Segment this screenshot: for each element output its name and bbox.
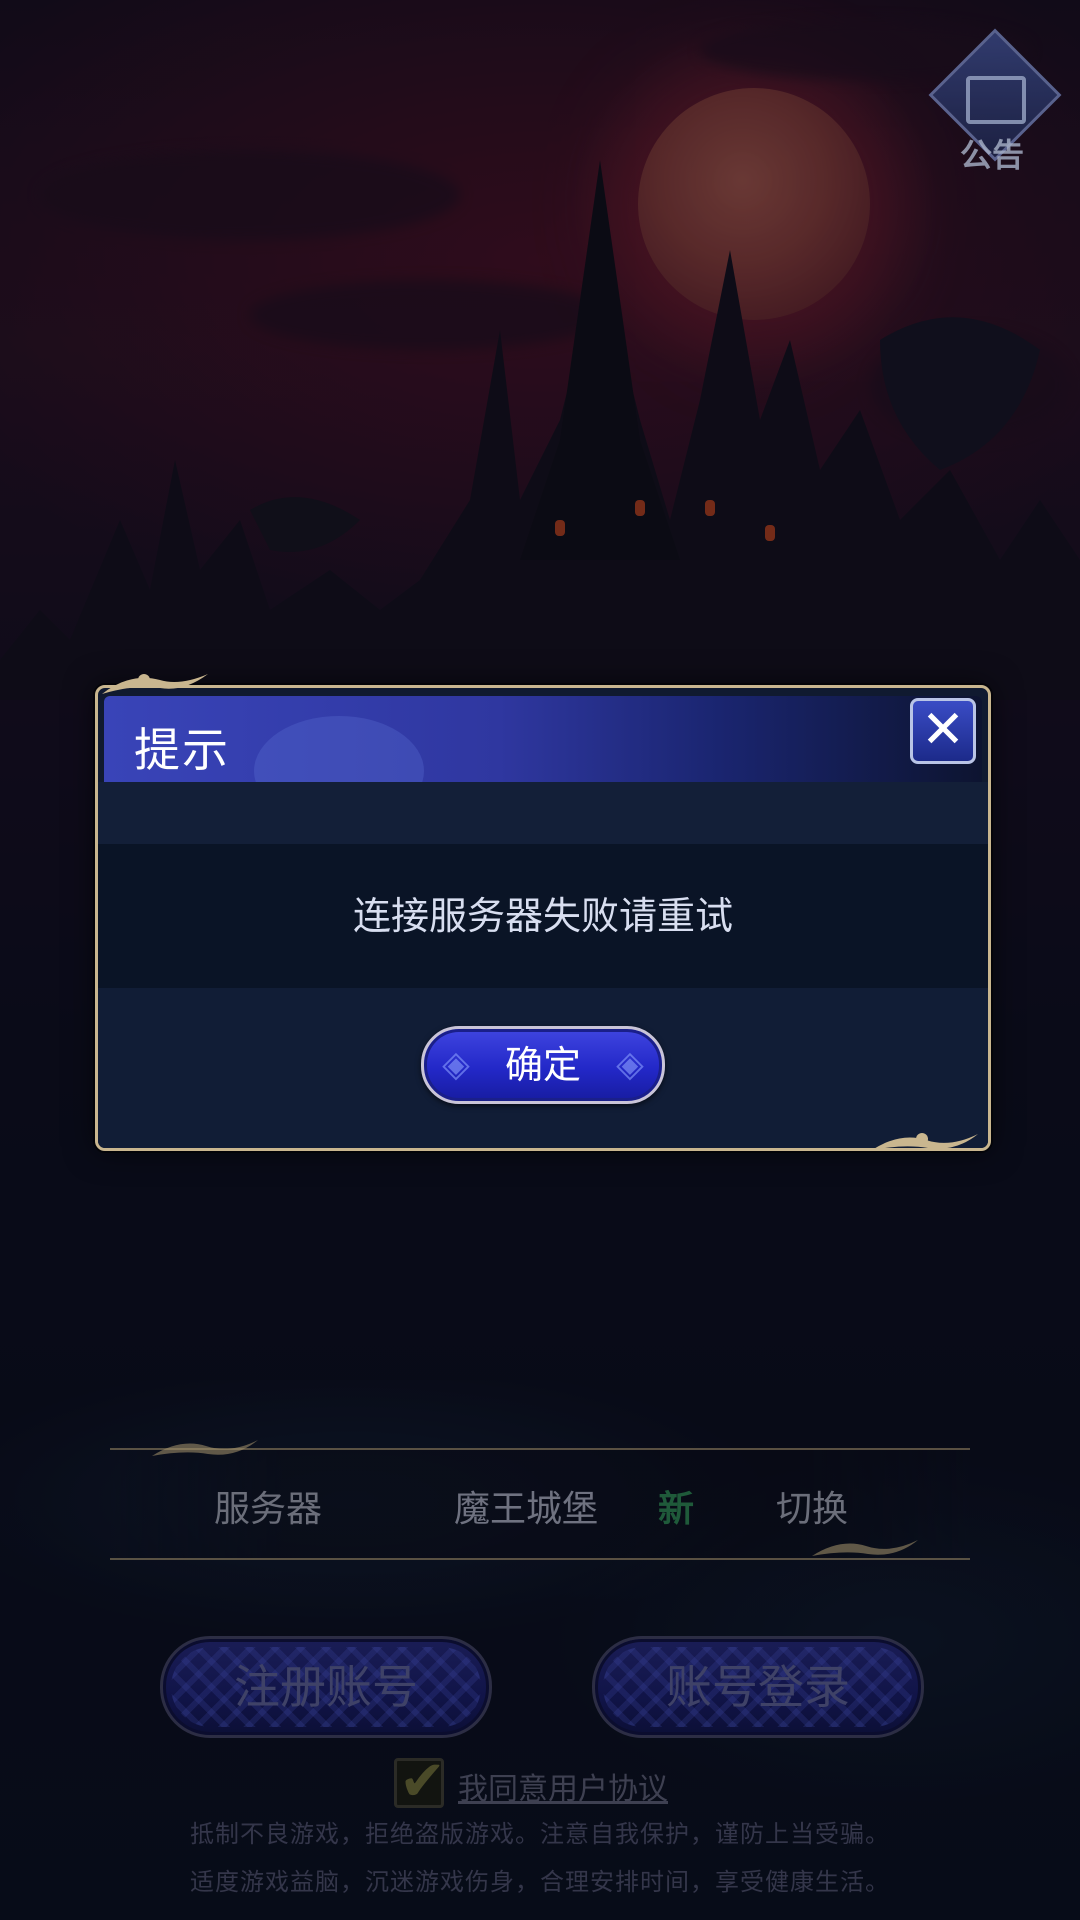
switch-server-button[interactable]: 切换 <box>776 1480 848 1532</box>
register-button-label: 注册账号 <box>234 1660 418 1714</box>
button-ornament-icon: ◈ <box>616 1044 644 1085</box>
login-button-label: 账号登录 <box>666 1660 850 1714</box>
dialog-corner-ornament <box>872 1133 978 1150</box>
server-label: 服务器 <box>214 1489 323 1530</box>
checkmark-icon: ✔ <box>399 1749 446 1814</box>
server-bar-ornament <box>812 1540 918 1556</box>
health-notice-line-2: 适度游戏益脑，沉迷游戏伤身，合理安排时间，享受健康生活。 <box>190 1868 890 1896</box>
game-login-screen: 公告 服务器 魔王城堡 新 切换 注册账号 账号登录 ✔ 我同意用户协议 抵制不… <box>0 0 1080 1920</box>
announcement-label: 公告 <box>959 136 1024 174</box>
login-button[interactable]: 账号登录 <box>592 1636 924 1738</box>
announcement-board-icon <box>966 76 1026 124</box>
dialog-message: 连接服务器失败请重试 <box>352 894 733 938</box>
server-bar-ornament <box>152 1440 258 1456</box>
health-notice-line-1: 抵制不良游戏，拒绝盗版游戏。注意自我保护，谨防上当受骗。 <box>190 1820 890 1848</box>
dialog-title: 提示 <box>134 723 230 777</box>
server-name: 魔王城堡 <box>454 1489 599 1530</box>
register-button[interactable]: 注册账号 <box>160 1636 492 1738</box>
dialog-band <box>98 782 988 844</box>
user-agreement-link[interactable]: 我同意用户协议 <box>458 1764 668 1808</box>
agreement-checkbox[interactable]: ✔ <box>394 1749 446 1814</box>
close-icon[interactable]: ✕ <box>910 698 976 764</box>
alert-dialog: 提示 ✕ 连接服务器失败请重试 ◈ 确定 ◈ <box>95 685 991 1151</box>
server-new-badge: 新 <box>658 1489 695 1530</box>
dialog-message-band: 连接服务器失败请重试 <box>98 844 988 988</box>
dialog-corner-ornament <box>102 674 208 694</box>
dialog-header: 提示 <box>104 696 982 826</box>
confirm-button[interactable]: ◈ 确定 ◈ <box>421 1026 665 1104</box>
announcement-button[interactable]: 公告 <box>928 28 1062 174</box>
confirm-button-label: 确定 <box>504 1043 581 1087</box>
button-ornament-icon: ◈ <box>442 1044 470 1085</box>
